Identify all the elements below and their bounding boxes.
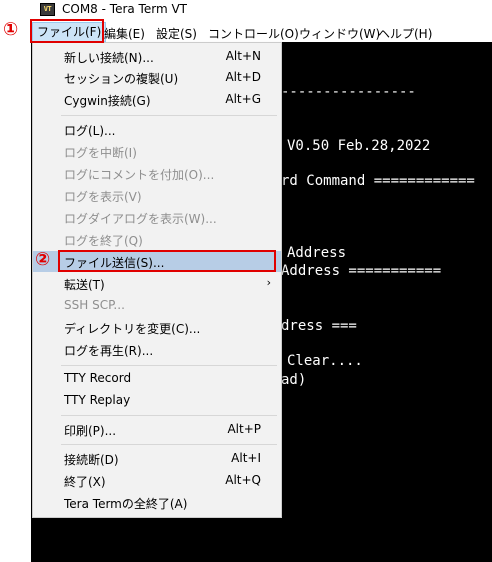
menu-item-tty-replay[interactable]: TTY Replay bbox=[33, 390, 281, 411]
menu-item-label: SSH SCP... bbox=[64, 298, 125, 312]
tera-term-app-icon: VT bbox=[40, 3, 55, 16]
menu-item-label: セッションの複製(U) bbox=[64, 72, 179, 86]
file-menu-dropdown: 新しい接続(N)... Alt+N セッションの複製(U) Alt+D Cygw… bbox=[32, 42, 282, 518]
menu-item-label: ログダイアログを表示(W)... bbox=[64, 212, 217, 226]
title-bar: VT COM8 - Tera Term VT bbox=[0, 0, 492, 18]
menu-item-shortcut: Alt+D bbox=[225, 70, 261, 84]
menu-item-shortcut: Alt+N bbox=[225, 49, 261, 63]
menu-item-duplicate-session[interactable]: セッションの複製(U) Alt+D bbox=[33, 67, 281, 88]
menu-item-show-log-dialog: ログダイアログを表示(W)... bbox=[33, 207, 281, 228]
menu-item-print[interactable]: 印刷(P)... Alt+P bbox=[33, 419, 281, 440]
menu-item-cygwin-connection[interactable]: Cygwin接続(G) Alt+G bbox=[33, 89, 281, 110]
terminal-line: rd Command ============ bbox=[281, 173, 475, 189]
menu-item-label: TTY Replay bbox=[64, 393, 131, 407]
menu-item-view-log: ログを表示(V) bbox=[33, 185, 281, 206]
menu-item-disconnect[interactable]: 接続断(D) Alt+I bbox=[33, 448, 281, 469]
annotation-box-send-file bbox=[58, 250, 276, 272]
menu-item-shortcut: Alt+Q bbox=[225, 473, 261, 487]
menu-item-label: ディレクトリを変更(C)... bbox=[64, 322, 201, 336]
menu-separator bbox=[61, 415, 277, 416]
window-title: COM8 - Tera Term VT bbox=[62, 2, 187, 16]
menu-item-label: Tera Termの全終了(A) bbox=[64, 497, 188, 511]
menu-item-label: ログ(L)... bbox=[64, 124, 116, 138]
menu-item-label: 転送(T) bbox=[64, 278, 105, 292]
terminal-line: Address =========== bbox=[281, 263, 442, 279]
menu-item-ssh-scp: SSH SCP... bbox=[33, 295, 281, 316]
menu-item-shortcut: Alt+I bbox=[231, 451, 261, 465]
menu-item-label: Cygwin接続(G) bbox=[64, 94, 151, 108]
menu-item-log-comment: ログにコメントを付加(O)... bbox=[33, 163, 281, 184]
menu-item-exit-all[interactable]: Tera Termの全終了(A) bbox=[33, 492, 281, 513]
menu-item-shortcut: Alt+G bbox=[225, 92, 261, 106]
terminal-line: Address bbox=[287, 245, 347, 261]
annotation-marker-2: ② bbox=[35, 249, 51, 270]
terminal-line: ---------------- bbox=[281, 84, 416, 100]
menu-separator bbox=[61, 444, 277, 445]
menu-item-stop-log: ログを終了(Q) bbox=[33, 229, 281, 250]
menu-item-transfer[interactable]: 転送(T) › bbox=[33, 273, 281, 294]
menu-item-label: ログを中断(I) bbox=[64, 146, 137, 160]
menu-item-label: ログを再生(R)... bbox=[64, 344, 154, 358]
terminal-line: dress === bbox=[281, 318, 357, 334]
menu-item-label: ログを表示(V) bbox=[64, 190, 142, 204]
submenu-arrow-icon: › bbox=[266, 276, 271, 289]
menu-item-log[interactable]: ログ(L)... bbox=[33, 119, 281, 140]
menu-separator bbox=[61, 365, 277, 366]
menu-item-tty-record[interactable]: TTY Record bbox=[33, 368, 281, 389]
menu-item-replay-log[interactable]: ログを再生(R)... bbox=[33, 339, 281, 360]
menu-item-label: 終了(X) bbox=[64, 475, 106, 489]
menu-item-label: TTY Record bbox=[64, 371, 132, 385]
menu-item-pause-log: ログを中断(I) bbox=[33, 141, 281, 162]
annotation-box-file-menu bbox=[30, 19, 104, 43]
menu-edit[interactable]: 編集(E) bbox=[104, 25, 145, 42]
menu-item-label: ログを終了(Q) bbox=[64, 234, 143, 248]
menu-window[interactable]: ウィンドウ(W) bbox=[299, 25, 380, 42]
menu-control[interactable]: コントロール(O) bbox=[208, 25, 299, 42]
menu-item-new-connection[interactable]: 新しい接続(N)... Alt+N bbox=[33, 46, 281, 67]
menu-item-shortcut: Alt+P bbox=[227, 422, 261, 436]
menu-item-exit[interactable]: 終了(X) Alt+Q bbox=[33, 470, 281, 491]
menu-item-change-directory[interactable]: ディレクトリを変更(C)... bbox=[33, 317, 281, 338]
menu-item-label: ログにコメントを付加(O)... bbox=[64, 168, 215, 182]
menu-item-label: 印刷(P)... bbox=[64, 424, 117, 438]
menu-help[interactable]: ヘルプ(H) bbox=[378, 25, 432, 42]
menu-item-label: 新しい接続(N)... bbox=[64, 51, 154, 65]
terminal-line: Clear.... bbox=[287, 353, 363, 369]
annotation-marker-1: ① bbox=[3, 19, 19, 40]
terminal-line: ad) bbox=[281, 372, 307, 388]
menu-separator bbox=[61, 115, 277, 116]
menu-settings[interactable]: 設定(S) bbox=[156, 25, 197, 42]
menu-item-label: 接続断(D) bbox=[64, 453, 119, 467]
terminal-line: V0.50 Feb.28,2022 bbox=[287, 138, 431, 154]
